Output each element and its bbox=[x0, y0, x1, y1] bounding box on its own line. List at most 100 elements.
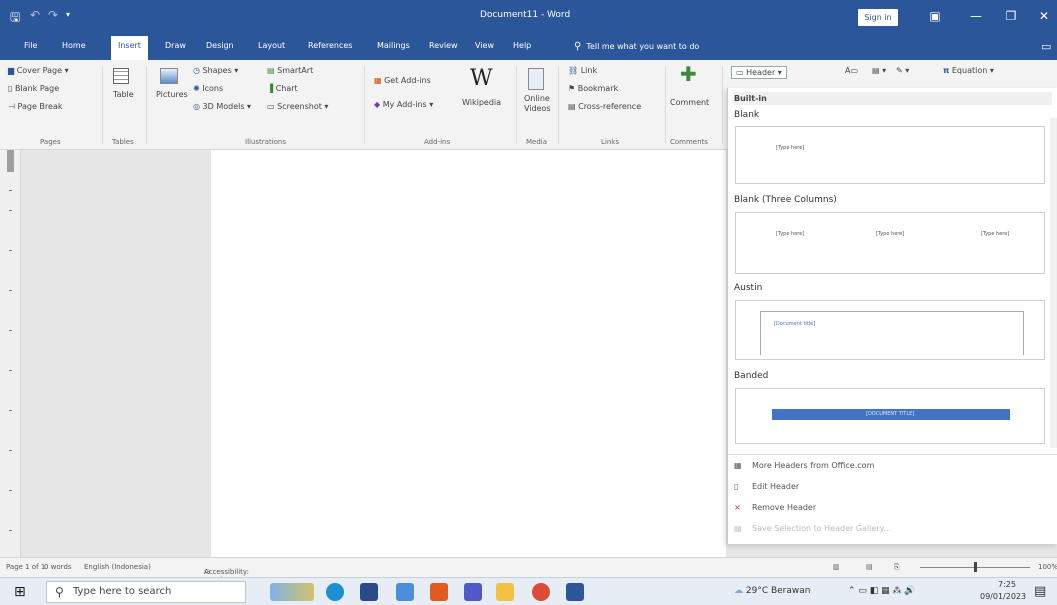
clock-time[interactable]: 7:25 bbox=[998, 580, 1016, 589]
chrome-icon[interactable] bbox=[532, 583, 550, 601]
bookmark-button[interactable]: ⚑ Bookmark bbox=[568, 84, 618, 93]
tell-me-search[interactable]: ⚲ Tell me what you want to do bbox=[574, 41, 699, 52]
minimize-button[interactable]: — bbox=[966, 6, 986, 26]
undo-icon[interactable]: ↶ bbox=[30, 8, 40, 22]
pictures-button[interactable]: Pictures bbox=[156, 90, 188, 99]
online-video-icon[interactable] bbox=[528, 68, 544, 90]
3d-models-button[interactable]: ◎ 3D Models ▾ bbox=[193, 102, 251, 111]
icons-button[interactable]: ✺ Icons bbox=[193, 84, 223, 93]
text-box-icon[interactable]: A▭ bbox=[845, 66, 858, 75]
pictures-icon[interactable] bbox=[160, 68, 178, 84]
comment-button[interactable]: Comment bbox=[670, 98, 709, 107]
online-videos-line2[interactable]: Videos bbox=[524, 104, 551, 113]
smartart-button[interactable]: ▤ SmartArt bbox=[267, 66, 313, 75]
tab-home[interactable]: Home bbox=[62, 41, 86, 50]
header-option-blank[interactable]: [Type here] bbox=[735, 126, 1045, 184]
sign-in-button[interactable]: Sign in bbox=[858, 9, 898, 26]
tab-design[interactable]: Design bbox=[206, 41, 234, 50]
header-option-austin[interactable]: [Document title] bbox=[735, 300, 1045, 360]
blank-page-button[interactable]: ▯ Blank Page bbox=[8, 84, 59, 93]
table-button[interactable]: Table bbox=[113, 90, 134, 99]
table-icon[interactable] bbox=[113, 68, 129, 84]
comments-pane-icon[interactable]: ▭ bbox=[1041, 40, 1051, 53]
page-count[interactable]: Page 1 of 1 bbox=[6, 563, 45, 571]
zoom-slider-thumb[interactable] bbox=[974, 562, 977, 572]
signature-icon[interactable]: ✎ ▾ bbox=[896, 66, 909, 75]
placeholder-text: [Type here] bbox=[776, 231, 805, 237]
office-app-icon[interactable] bbox=[430, 583, 448, 601]
print-layout-icon[interactable]: ▤ bbox=[866, 563, 873, 571]
wikipedia-button[interactable]: Wikipedia bbox=[462, 98, 501, 107]
edge-icon[interactable] bbox=[326, 583, 344, 601]
word-count[interactable]: 0 words bbox=[44, 563, 72, 571]
equation-label: Equation bbox=[951, 66, 988, 75]
web-layout-icon[interactable]: ⎘ bbox=[894, 563, 900, 572]
online-videos-line1[interactable]: Online bbox=[524, 94, 550, 103]
remove-header-menu-item[interactable]: ⨯ Remove Header bbox=[734, 503, 816, 512]
restore-button[interactable]: ❐ bbox=[1001, 6, 1021, 26]
zoom-level[interactable]: 100% bbox=[1038, 563, 1057, 571]
teams-icon[interactable] bbox=[464, 583, 482, 601]
cross-reference-button[interactable]: ▤ Cross-reference bbox=[568, 102, 641, 111]
word-app-icon[interactable] bbox=[566, 583, 584, 601]
ruler-tick bbox=[9, 370, 12, 371]
cross-reference-icon: ▤ bbox=[568, 102, 576, 111]
divider bbox=[102, 66, 103, 144]
file-explorer-icon[interactable] bbox=[496, 583, 514, 601]
shapes-button[interactable]: ◷ Shapes ▾ bbox=[193, 66, 238, 75]
tab-layout[interactable]: Layout bbox=[258, 41, 285, 50]
quick-parts-icon[interactable]: ▤ ▾ bbox=[872, 66, 886, 75]
tab-review[interactable]: Review bbox=[429, 41, 458, 50]
addin-icon: ◆ bbox=[374, 100, 381, 109]
screenshot-button[interactable]: ▭ Screenshot ▾ bbox=[267, 102, 328, 111]
group-label-addins: Add-ins bbox=[424, 138, 451, 146]
new-comment-icon[interactable]: ✚ bbox=[680, 62, 697, 86]
my-addins-button[interactable]: ◆ My Add-ins ▾ bbox=[374, 100, 433, 109]
get-addins-label: Get Add-ins bbox=[384, 76, 431, 85]
tray-icons[interactable]: ⌃ ▭ ◧ ▦ ⁂ 🔊 bbox=[848, 586, 916, 596]
page-break-button[interactable]: ⊣ Page Break bbox=[8, 102, 62, 111]
tab-references[interactable]: References bbox=[308, 41, 352, 50]
group-label-links: Links bbox=[601, 138, 619, 146]
chart-button[interactable]: ▐ Chart bbox=[267, 84, 298, 93]
document-page[interactable] bbox=[211, 150, 726, 557]
get-addins-button[interactable]: ▦ Get Add-ins bbox=[374, 76, 431, 85]
lightbulb-icon: ⚲ bbox=[574, 41, 582, 52]
ribbon-tabs: File Home Insert Draw Design Layout Refe… bbox=[0, 32, 1057, 60]
header-option-banded[interactable]: [DOCUMENT TITLE] bbox=[735, 388, 1045, 444]
cover-page-button[interactable]: ▆ Cover Page ▾ bbox=[8, 66, 69, 75]
photos-icon[interactable] bbox=[396, 583, 414, 601]
edit-header-menu-item[interactable]: ▯ Edit Header bbox=[734, 482, 799, 491]
tab-file[interactable]: File bbox=[24, 41, 37, 50]
link-button[interactable]: ⛓ Link bbox=[568, 66, 597, 75]
close-button[interactable]: ✕ bbox=[1034, 6, 1054, 26]
blank-page-icon: ▯ bbox=[8, 84, 13, 93]
ruler-tick bbox=[9, 450, 12, 451]
widgets-icon[interactable] bbox=[270, 583, 314, 601]
customize-icon[interactable]: ▾ bbox=[66, 10, 70, 19]
read-mode-icon[interactable]: ▥ bbox=[833, 563, 840, 571]
store-icon[interactable] bbox=[360, 583, 378, 601]
group-label-illustrations: Illustrations bbox=[245, 138, 287, 146]
gallery-scrollbar[interactable] bbox=[1050, 118, 1057, 448]
tab-draw[interactable]: Draw bbox=[165, 41, 186, 50]
more-headers-menu-item[interactable]: ▦ More Headers from Office.com bbox=[734, 461, 874, 470]
save-icon[interactable]: 🖫 bbox=[10, 8, 20, 29]
notification-icon[interactable]: ▤ bbox=[1034, 584, 1046, 599]
ribbon-display-icon[interactable]: ▣ bbox=[925, 6, 945, 26]
tab-view[interactable]: View bbox=[475, 41, 494, 50]
tab-help[interactable]: Help bbox=[513, 41, 531, 50]
weather-widget[interactable]: ☁ 29°C Berawan bbox=[734, 586, 810, 596]
tab-mailings[interactable]: Mailings bbox=[377, 41, 410, 50]
redo-icon[interactable]: ↷ bbox=[48, 8, 58, 22]
clock-date[interactable]: 09/01/2023 bbox=[980, 592, 1026, 601]
header-option-blank-three-columns[interactable]: [Type here] [Type here] [Type here] bbox=[735, 212, 1045, 274]
tab-insert[interactable]: Insert bbox=[111, 36, 148, 60]
ruler-margin-marker[interactable] bbox=[7, 150, 14, 172]
header-button[interactable]: ▭ Header ▾ bbox=[731, 66, 787, 79]
wikipedia-icon[interactable]: W bbox=[470, 66, 493, 91]
windows-start-icon[interactable]: ⊞ bbox=[14, 584, 26, 600]
taskbar-search[interactable]: ⚲ Type here to search bbox=[46, 581, 246, 603]
equation-button[interactable]: π Equation ▾ bbox=[943, 66, 994, 75]
language-status[interactable]: English (Indonesia) bbox=[84, 563, 151, 571]
